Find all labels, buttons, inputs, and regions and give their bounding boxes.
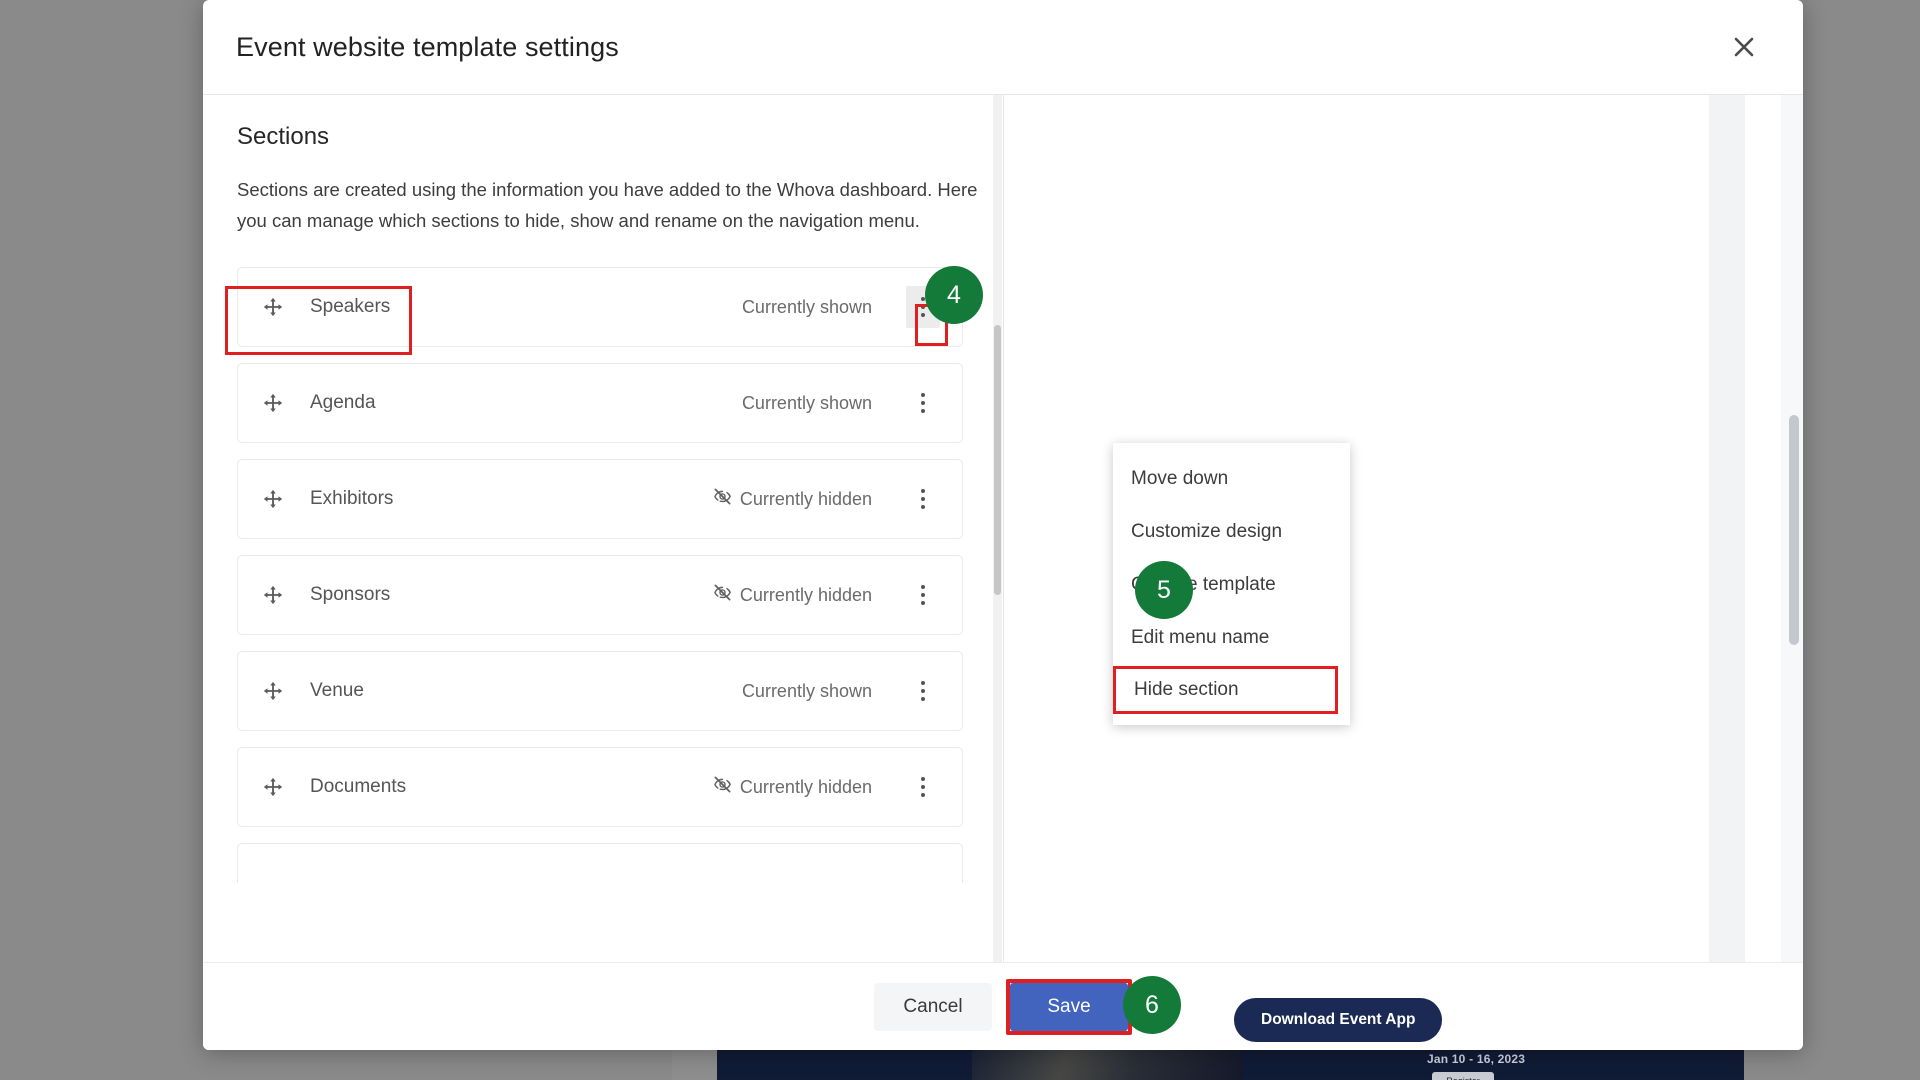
section-row-label: Documents (310, 776, 406, 798)
background-event-hero: Jan 10 - 16, 2023 Register (672, 1048, 1744, 1080)
modal-header: Event website template settings (203, 0, 1803, 95)
section-row-label: Exhibitors (310, 488, 393, 510)
drag-handle-icon[interactable] (262, 488, 284, 510)
section-row[interactable]: Venue Currently shown (237, 651, 963, 731)
section-row-partial[interactable] (237, 843, 963, 883)
preview-scrollbar-thumb[interactable] (1789, 415, 1799, 645)
section-row-status-text: Currently hidden (740, 777, 872, 798)
section-options-kebab-icon[interactable] (906, 670, 940, 712)
step-badge-5: 5 (1135, 561, 1193, 619)
event-website-template-settings-modal: Event website template settings Sections… (203, 0, 1803, 1050)
close-icon[interactable] (1723, 26, 1765, 68)
eye-slash-icon (713, 583, 732, 607)
dropdown-item-customize-design[interactable]: Customize design (1113, 505, 1350, 558)
section-options-kebab-icon[interactable] (906, 382, 940, 424)
section-options-kebab-icon[interactable] (906, 574, 940, 616)
preview-scrollbar[interactable] (1789, 95, 1799, 962)
background-hero-photo (972, 1048, 1242, 1080)
section-row-status: Currently shown (742, 681, 872, 702)
section-row-status: Currently hidden (713, 775, 872, 799)
cancel-button[interactable]: Cancel (874, 983, 992, 1031)
background-hero-left-block (672, 1048, 717, 1080)
sections-pane: Sections Sections are created using the … (203, 95, 1004, 962)
step-badge-6: 6 (1123, 976, 1181, 1034)
background-register-button[interactable]: Register (1432, 1072, 1494, 1080)
section-row-status-text: Currently hidden (740, 585, 872, 606)
section-row-status-text: Currently hidden (740, 489, 872, 510)
dropdown-item-move-down[interactable]: Move down (1113, 452, 1350, 505)
background-hero-date: Jan 10 - 16, 2023 (1427, 1052, 1525, 1066)
section-row[interactable]: Speakers Currently shown (237, 267, 963, 347)
dropdown-item-edit-menu-name[interactable]: Edit menu name (1113, 611, 1350, 664)
section-row-label: Agenda (310, 392, 376, 414)
sections-heading: Sections (237, 123, 963, 151)
section-row-status-text: Currently shown (742, 393, 872, 414)
modal-title: Event website template settings (236, 32, 619, 63)
step-badge-5-label: 5 (1157, 576, 1171, 605)
section-options-kebab-icon[interactable] (906, 766, 940, 808)
section-row-label: Venue (310, 680, 364, 702)
sections-scrollbar[interactable] (993, 95, 1002, 962)
sections-description: Sections are created using the informati… (237, 174, 992, 236)
modal-body: Sections Sections are created using the … (203, 95, 1803, 962)
step-badge-6-label: 6 (1145, 991, 1159, 1020)
sections-list: Speakers Currently shown Agenda Currently … (237, 267, 963, 883)
section-row[interactable]: Agenda Currently shown (237, 363, 963, 443)
eye-slash-icon (713, 487, 732, 511)
download-event-app-button[interactable]: Download Event App (1234, 998, 1442, 1042)
section-row-status-text: Currently shown (742, 681, 872, 702)
preview-gutter (1709, 95, 1745, 962)
save-button[interactable]: Save (1010, 983, 1128, 1031)
save-button-highlight: Save (1006, 979, 1132, 1035)
drag-handle-icon[interactable] (262, 680, 284, 702)
section-row-label: Speakers (310, 296, 390, 318)
section-row-status: Currently shown (742, 297, 872, 318)
section-row-status: Currently hidden (713, 487, 872, 511)
drag-handle-icon[interactable] (262, 392, 284, 414)
sections-scrollbar-thumb[interactable] (994, 325, 1001, 595)
section-options-kebab-icon[interactable] (906, 478, 940, 520)
dropdown-item-hide-section[interactable]: Hide section (1113, 666, 1338, 714)
section-row[interactable]: Exhibitors Currently hidden (237, 459, 963, 539)
section-row[interactable]: Sponsors Currently hidden (237, 555, 963, 635)
step-badge-4-label: 4 (947, 281, 961, 310)
section-row-status: Currently hidden (713, 583, 872, 607)
section-row[interactable]: Documents Currently hidden (237, 747, 963, 827)
drag-handle-icon[interactable] (262, 584, 284, 606)
section-row-label: Sponsors (310, 584, 390, 606)
eye-slash-icon (713, 775, 732, 799)
drag-handle-icon[interactable] (262, 776, 284, 798)
modal-footer: Cancel Save (203, 962, 1803, 1050)
section-row-status-text: Currently shown (742, 297, 872, 318)
step-badge-4: 4 (925, 266, 983, 324)
section-row-status: Currently shown (742, 393, 872, 414)
drag-handle-icon[interactable] (262, 296, 284, 318)
